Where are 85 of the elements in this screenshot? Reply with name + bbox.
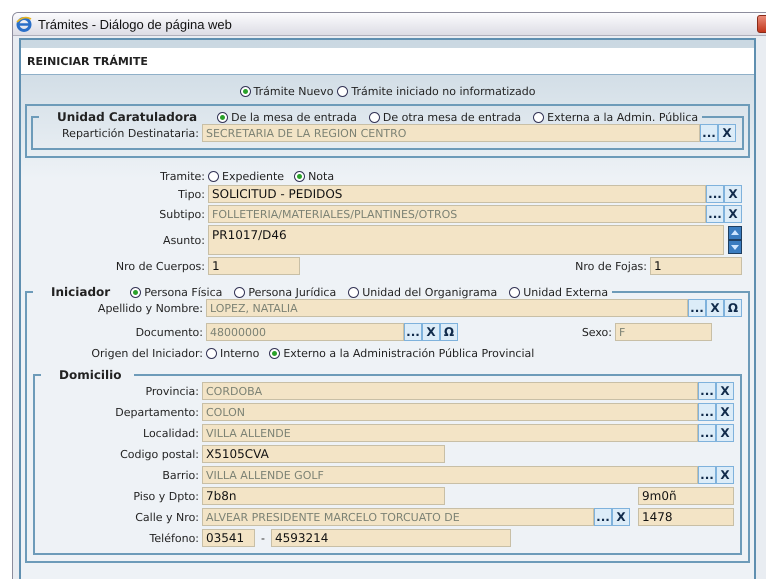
field-label: Tipo: [177,188,206,200]
lookup-button[interactable]: X [612,508,630,526]
lookup-button[interactable]: X [716,403,734,421]
lookup-button[interactable]: X [724,185,742,203]
field-label: Piso y Dpto: [132,490,200,502]
field-label: Nro de Cuerpos: [114,260,206,272]
text-field[interactable]: 7b8n [202,487,445,505]
field-label: Departamento: [114,406,200,418]
radio-label[interactable]: Persona Jurídica [248,286,336,298]
lookup-button[interactable]: ... [706,205,724,223]
text-field[interactable]: 1 [650,257,742,275]
radio-button[interactable] [348,286,360,298]
radio-button[interactable] [337,86,348,97]
window-title: Trámites - Diálogo de página web [38,16,232,32]
form-header: REINICIAR TRÁMITE [21,48,754,75]
lookup-button[interactable]: X [716,382,734,400]
radio-button[interactable] [217,112,228,122]
field-label: Codigo postal: [119,448,200,460]
text-field[interactable]: 9m0ñ [638,487,734,505]
lookup-button[interactable]: ... [688,299,706,317]
text-field[interactable]: 1 [208,257,300,275]
radio-label[interactable]: Nota [308,170,334,183]
radio-button[interactable] [130,286,142,298]
radio-button[interactable] [208,171,219,182]
group-title: Iniciador [50,285,112,299]
radio-button[interactable] [206,348,217,359]
text-field[interactable]: X5105CVA [202,445,445,463]
radio-label[interactable]: Trámite iniciado no informatizado [351,85,536,98]
lookup-button[interactable]: ... [698,466,716,484]
scroll-arrows-icon[interactable] [728,226,742,254]
lookup-button[interactable]: X [716,424,734,442]
field-label: Barrio: [161,468,200,482]
group-title: Unidad Caratuladora [56,110,198,124]
lookup-button[interactable]: ... [706,185,724,203]
field-label: Sexo: [580,326,613,338]
lookup-button[interactable]: X [724,205,742,223]
field-label: Localidad: [142,426,200,440]
radio-button[interactable] [294,171,306,182]
text-field[interactable]: 03541 [202,529,255,547]
field-label: Origen del Iniciador: [90,347,204,360]
radio-button[interactable] [269,348,280,359]
lookup-button[interactable]: ... [698,424,716,442]
field-label: Subtipo: [158,208,206,220]
field-label: Apellido y Nombre: [96,302,204,314]
group-title: Domicilio [58,368,123,382]
radio-label[interactable]: Externo a la Administración Pública Provincial [283,347,534,360]
radio-button[interactable] [533,112,544,122]
radio-label[interactable]: Trámite Nuevo [254,85,334,98]
lookup-button[interactable]: ... [594,508,612,526]
radio-label[interactable]: Expediente [222,170,284,183]
lookup-button[interactable]: X [706,299,724,317]
text-field[interactable]: SOLICITUD - PEDIDOS [208,185,706,203]
field-label: Repartición Destinataria: [61,126,200,140]
lookup-button[interactable]: ... [700,124,718,142]
lookup-button[interactable]: ... [698,382,716,400]
lookup-button[interactable]: X [716,466,734,484]
field-label: Teléfono: [148,532,200,544]
field-label: Provincia: [144,384,200,398]
text-field[interactable]: 4593214 [270,529,511,547]
radio-button[interactable] [234,286,246,298]
lookup-button[interactable]: ... [698,403,716,421]
radio-button[interactable] [240,86,250,97]
field-label: Calle y Nro: [134,510,200,524]
field-label: Nro de Fojas: [574,260,648,272]
lookup-button[interactable]: Ω [724,299,742,317]
radio-label[interactable]: Interno [220,347,260,360]
radio-label[interactable]: Unidad Externa [523,286,608,298]
lookup-button[interactable]: X [422,323,440,341]
radio-label[interactable]: Externa a la Admin. Pública [547,110,698,124]
lookup-button[interactable]: X [718,124,736,142]
radio-label[interactable]: Persona Física [144,286,222,298]
radio-label[interactable]: Unidad del Organigrama [362,286,498,298]
separator-text: - [260,532,266,544]
text-area[interactable]: PR1017/D46 [208,225,724,255]
radio-button[interactable] [509,286,520,298]
field-label: Asunto: [162,234,206,246]
lookup-button[interactable]: Ω [440,323,458,341]
radio-label[interactable]: De la mesa de entrada [231,110,357,124]
lookup-button[interactable]: ... [404,323,422,341]
radio-label[interactable]: De otra mesa de entrada [382,110,522,124]
radio-button[interactable] [368,112,380,122]
field-label: Tramite: [159,170,206,183]
field-label: Documento: [134,326,204,338]
browser-icon [16,16,32,32]
text-field[interactable]: 1478 [638,508,734,526]
